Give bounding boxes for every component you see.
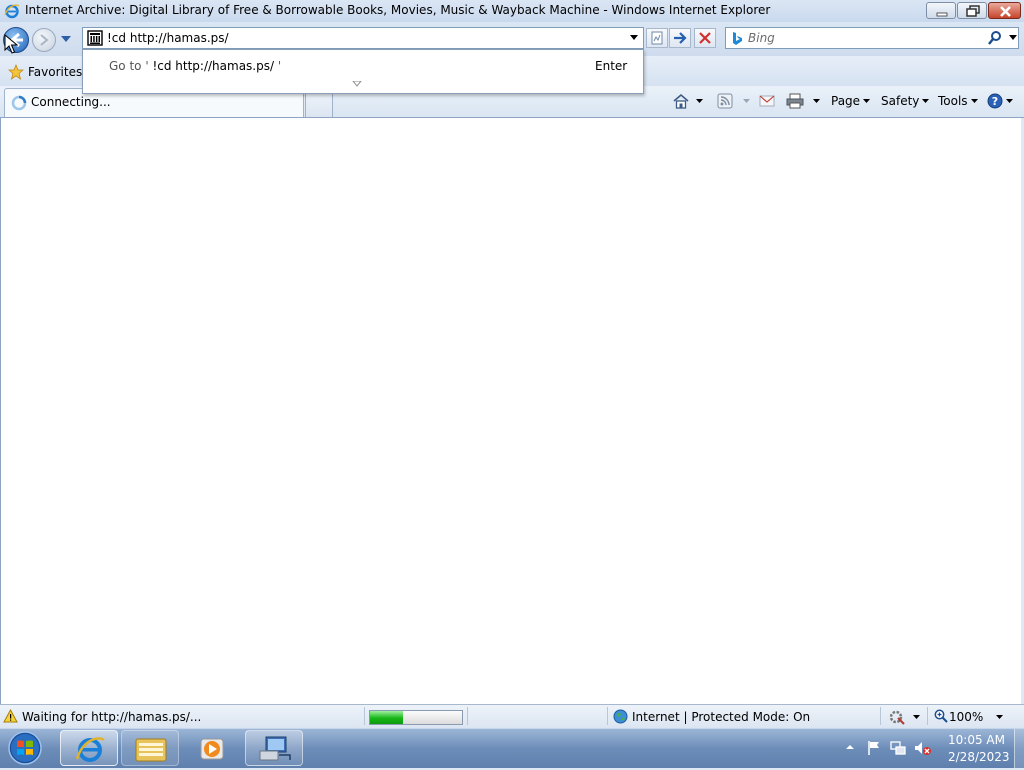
- rss-feed-icon: [717, 93, 733, 109]
- tools-menu[interactable]: Tools: [938, 91, 978, 111]
- address-dropdown-icon[interactable]: [629, 35, 639, 41]
- go-to-suffix: ': [277, 59, 282, 73]
- page-dropdown-icon: [863, 99, 871, 103]
- internet-zone-globe-icon: [613, 709, 628, 724]
- search-input[interactable]: [748, 30, 988, 46]
- action-center-flag-icon[interactable]: [866, 740, 882, 756]
- zoom-level[interactable]: 100%: [949, 710, 983, 724]
- loading-spinner-icon: [11, 95, 27, 111]
- go-button[interactable]: [669, 28, 691, 48]
- network-status-icon[interactable]: [890, 740, 906, 756]
- archive-site-icon: [87, 30, 103, 46]
- favorites-button[interactable]: Favorites: [4, 62, 86, 82]
- safety-menu[interactable]: Safety: [881, 91, 930, 111]
- zoom-magnifier-icon: [934, 709, 948, 723]
- taskbar-media-player[interactable]: [182, 730, 240, 766]
- clock-date[interactable]: 2/28/2023: [948, 750, 1010, 764]
- manage-addons-icon[interactable]: [888, 709, 906, 725]
- restore-button[interactable]: [957, 2, 987, 19]
- forward-arrow-icon: [40, 34, 49, 46]
- safety-menu-label: Safety: [881, 94, 920, 108]
- bing-logo-icon: [733, 32, 742, 45]
- help-button[interactable]: ?: [987, 91, 1013, 111]
- stop-button[interactable]: [694, 28, 716, 48]
- minimize-icon: [936, 12, 948, 17]
- status-divider: [880, 707, 881, 725]
- tools-menu-label: Tools: [938, 94, 968, 108]
- status-divider: [607, 707, 608, 725]
- favorites-label: Favorites: [28, 65, 83, 79]
- svg-text:?: ?: [992, 95, 998, 108]
- mouse-cursor-icon: [4, 34, 18, 54]
- status-divider: [364, 707, 365, 725]
- folder-icon: [135, 738, 167, 762]
- address-bar[interactable]: [82, 27, 644, 49]
- close-icon: [1000, 6, 1011, 17]
- read-mail-button[interactable]: [759, 91, 775, 111]
- home-button[interactable]: [672, 91, 703, 111]
- stop-x-icon: [699, 32, 711, 44]
- media-player-icon: [200, 738, 224, 760]
- addons-dropdown-icon[interactable]: [913, 715, 920, 719]
- clock-time[interactable]: 10:05 AM: [948, 733, 1005, 747]
- help-dropdown-icon: [1006, 99, 1013, 103]
- tools-dropdown-icon: [970, 99, 978, 103]
- taskbar-network-app[interactable]: [245, 730, 303, 766]
- feeds-button[interactable]: [717, 91, 750, 111]
- zoom-dropdown-icon[interactable]: [996, 715, 1003, 719]
- print-button[interactable]: [786, 91, 820, 111]
- warning-icon: [3, 709, 18, 723]
- safety-dropdown-icon: [922, 99, 930, 103]
- page-content[interactable]: [0, 118, 1021, 704]
- forward-button[interactable]: [32, 28, 56, 52]
- address-suggestion-dropdown[interactable]: Go to ' !cd http://hamas.ps/ ' Enter: [82, 49, 644, 94]
- home-dropdown-icon[interactable]: [696, 99, 703, 103]
- restore-icon: [966, 5, 980, 17]
- feeds-dropdown-icon[interactable]: [743, 99, 750, 103]
- compatibility-view-button[interactable]: [646, 28, 668, 48]
- show-hidden-icons-icon[interactable]: [845, 744, 855, 750]
- home-icon: [673, 93, 689, 109]
- security-zone-text[interactable]: Internet | Protected Mode: On: [632, 710, 810, 724]
- recent-pages-dropdown-icon[interactable]: [60, 35, 72, 43]
- help-icon: ?: [987, 93, 1003, 109]
- new-tab-button[interactable]: [305, 92, 333, 117]
- taskbar-internet-explorer[interactable]: [60, 730, 118, 766]
- go-arrow-icon: [674, 32, 687, 44]
- status-divider: [927, 707, 928, 725]
- print-dropdown-icon[interactable]: [813, 99, 820, 103]
- search-icon[interactable]: [986, 30, 1004, 46]
- address-input[interactable]: [107, 30, 627, 46]
- page-load-progress: [369, 710, 463, 725]
- printer-icon: [786, 93, 804, 109]
- favorites-star-icon: [8, 64, 24, 80]
- mail-icon: [759, 95, 775, 107]
- ie-logo-icon: [75, 737, 105, 762]
- compatibility-view-icon: [651, 31, 663, 45]
- expand-suggestions-icon[interactable]: [352, 81, 362, 87]
- search-box[interactable]: [725, 27, 1019, 49]
- minimize-button[interactable]: [926, 2, 956, 19]
- enter-hint: Enter: [595, 59, 628, 73]
- status-text: Waiting for http://hamas.ps/...: [22, 710, 202, 724]
- go-to-prefix: Go to ': [109, 59, 149, 73]
- status-divider: [467, 707, 468, 725]
- network-computer-icon: [259, 736, 291, 761]
- ie-logo-icon: [4, 4, 20, 19]
- start-button-icon[interactable]: [5, 730, 45, 766]
- go-to-value: !cd http://hamas.ps/: [152, 59, 275, 73]
- go-to-suggestion[interactable]: Go to ' !cd http://hamas.ps/ ': [109, 59, 281, 73]
- taskbar-windows-explorer[interactable]: [121, 730, 179, 766]
- close-window-button[interactable]: [988, 2, 1021, 19]
- show-desktop-button[interactable]: [1014, 729, 1024, 768]
- search-options-dropdown-icon[interactable]: [1008, 35, 1018, 41]
- progress-fill: [370, 711, 403, 724]
- tab-label: Connecting...: [31, 95, 111, 109]
- window-title: Internet Archive: Digital Library of Fre…: [25, 3, 771, 17]
- page-menu-label: Page: [831, 94, 861, 108]
- page-menu[interactable]: Page: [831, 91, 871, 111]
- volume-muted-icon[interactable]: [914, 740, 932, 756]
